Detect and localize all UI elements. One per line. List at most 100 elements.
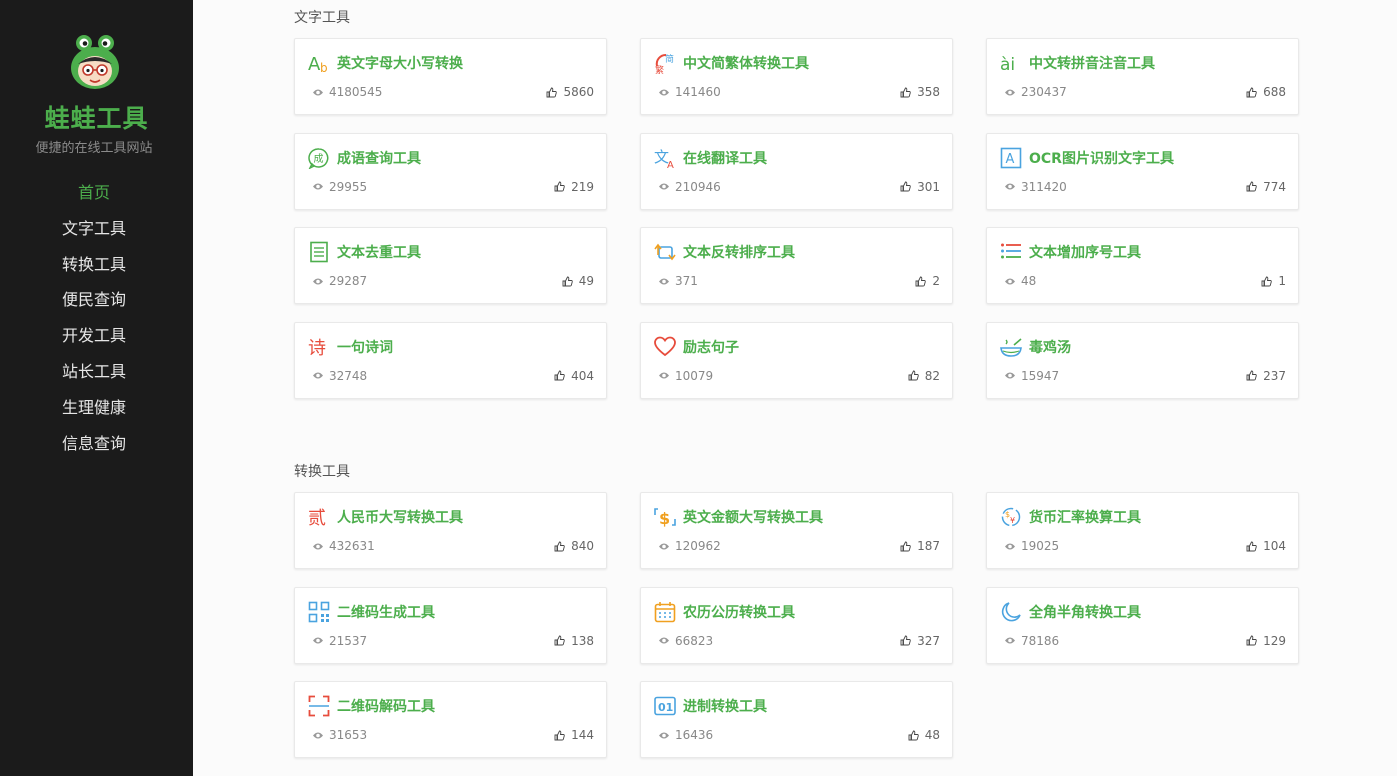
thumbs-up-icon[interactable] bbox=[915, 276, 927, 287]
tool-card[interactable]: A OCR图片识别文字工具 311420 774 bbox=[986, 132, 1299, 210]
like-button[interactable]: 104 bbox=[1246, 539, 1286, 553]
site-name[interactable]: 蛙蛙工具 bbox=[0, 99, 193, 135]
thumbs-up-icon[interactable] bbox=[554, 370, 565, 381]
tool-card[interactable]: 毒鸡汤 15947 237 bbox=[986, 321, 1299, 399]
nav-item-health[interactable]: 生理健康 bbox=[0, 395, 188, 431]
like-button[interactable]: 129 bbox=[1246, 634, 1286, 648]
thumbs-up-icon[interactable] bbox=[554, 730, 565, 741]
nav-item-convert-tools[interactable]: 转换工具 bbox=[0, 252, 188, 288]
nav-item-webmaster-tools[interactable]: 站长工具 bbox=[0, 359, 188, 395]
tool-card[interactable]: Ab 英文字母大小写转换 4180545 5860 bbox=[294, 38, 607, 115]
tool-card[interactable]: ài 中文转拼音注音工具 230437 688 bbox=[986, 38, 1299, 115]
tool-card[interactable]: 01 进制转换工具 16436 48 bbox=[640, 681, 953, 759]
thumbs-up-icon[interactable] bbox=[900, 181, 911, 192]
document-icon bbox=[308, 241, 330, 263]
thumbs-up-icon[interactable] bbox=[554, 181, 565, 192]
tool-card[interactable]: $ 英文金额大写转换工具 120962 187 bbox=[640, 492, 953, 569]
like-button[interactable]: 327 bbox=[900, 634, 940, 648]
tool-card-title[interactable]: 二维码解码工具 bbox=[337, 696, 435, 716]
tool-card[interactable]: 二维码解码工具 31653 144 bbox=[294, 681, 607, 759]
nav-item-home[interactable]: 首页 bbox=[0, 180, 188, 216]
view-count-value: 4180545 bbox=[329, 85, 383, 99]
tool-card[interactable]: 贰人民币大写转换工具 432631 840 bbox=[294, 492, 607, 569]
list-icon bbox=[1000, 241, 1022, 263]
tool-card-title[interactable]: 进制转换工具 bbox=[683, 696, 767, 716]
tool-card-title[interactable]: 毒鸡汤 bbox=[1029, 337, 1071, 357]
like-button[interactable]: 82 bbox=[908, 369, 940, 383]
tool-card-title[interactable]: 货币汇率换算工具 bbox=[1029, 507, 1141, 527]
thumbs-up-icon[interactable] bbox=[1246, 635, 1257, 646]
like-button[interactable]: 49 bbox=[562, 274, 594, 288]
thumbs-up-icon[interactable] bbox=[1246, 370, 1257, 381]
tool-card-title[interactable]: 农历公历转换工具 bbox=[683, 602, 795, 622]
like-button[interactable]: 219 bbox=[554, 180, 594, 194]
like-button[interactable]: 144 bbox=[554, 728, 594, 742]
like-button[interactable]: 358 bbox=[900, 85, 940, 99]
nav-item-text-tools[interactable]: 文字工具 bbox=[0, 216, 188, 252]
thumbs-up-icon[interactable] bbox=[900, 635, 911, 646]
like-button[interactable]: 774 bbox=[1246, 180, 1286, 194]
view-count-value: 15947 bbox=[1021, 368, 1060, 383]
thumbs-up-icon[interactable] bbox=[900, 541, 911, 552]
nav-item-dev-tools[interactable]: 开发工具 bbox=[0, 323, 188, 359]
heart-icon bbox=[654, 336, 676, 358]
thumbs-up-icon[interactable] bbox=[554, 541, 565, 552]
tool-card-title[interactable]: 英文字母大小写转换 bbox=[337, 53, 463, 73]
tool-card-title[interactable]: 在线翻译工具 bbox=[683, 148, 767, 168]
tool-card-title[interactable]: 英文金额大写转换工具 bbox=[683, 507, 823, 527]
thumbs-up-icon[interactable] bbox=[908, 730, 919, 741]
tool-card-title[interactable]: OCR图片识别文字工具 bbox=[1029, 148, 1174, 168]
tool-card-title[interactable]: 一句诗词 bbox=[337, 337, 393, 357]
tool-card[interactable]: 文本增加序号工具 48 1 bbox=[986, 227, 1299, 305]
tool-card-title[interactable]: 文本增加序号工具 bbox=[1029, 242, 1141, 262]
like-count-value: 327 bbox=[917, 633, 940, 648]
tool-card[interactable]: 文本去重工具 29287 49 bbox=[294, 227, 607, 305]
tool-card-title[interactable]: 励志句子 bbox=[683, 337, 739, 357]
tool-card[interactable]: 二维码生成工具 21537 138 bbox=[294, 586, 607, 664]
view-count: 371 bbox=[658, 274, 698, 288]
tool-card-title[interactable]: 成语查询工具 bbox=[337, 148, 421, 168]
sidebar: 蛙蛙工具 便捷的在线工具网站 首页 文字工具 转换工具 便民查询 开发工具 站长… bbox=[0, 0, 193, 776]
like-button[interactable]: 688 bbox=[1246, 85, 1286, 99]
nav-item-info-query[interactable]: 信息查询 bbox=[0, 431, 188, 467]
eye-icon bbox=[659, 543, 669, 549]
tool-card[interactable]: 文 A 在线翻译工具 210946 301 bbox=[640, 132, 953, 210]
tool-card[interactable]: 简繁中文简繁体转换工具 141460 358 bbox=[640, 38, 953, 115]
tool-card[interactable]: 农历公历转换工具 66823 327 bbox=[640, 586, 953, 664]
thumbs-up-icon[interactable] bbox=[908, 370, 919, 381]
like-button[interactable]: 138 bbox=[554, 634, 594, 648]
thumbs-up-icon[interactable] bbox=[1246, 87, 1257, 98]
frog-logo-icon[interactable] bbox=[69, 34, 121, 90]
tool-card[interactable]: $ ¥ 货币汇率换算工具 19025 104 bbox=[986, 492, 1299, 569]
tool-card[interactable]: 励志句子 10079 82 bbox=[640, 321, 953, 399]
like-button[interactable]: 2 bbox=[915, 274, 940, 288]
nav-item-convenience-query[interactable]: 便民查询 bbox=[0, 287, 188, 323]
tool-card-title[interactable]: 全角半角转换工具 bbox=[1029, 602, 1141, 622]
tool-card-title[interactable]: 中文转拼音注音工具 bbox=[1029, 53, 1155, 73]
tool-card-title[interactable]: 文本反转排序工具 bbox=[683, 242, 795, 262]
like-button[interactable]: 237 bbox=[1246, 369, 1286, 383]
like-button[interactable]: 404 bbox=[554, 369, 594, 383]
thumbs-up-icon[interactable] bbox=[1246, 181, 1257, 192]
like-button[interactable]: 840 bbox=[554, 539, 594, 553]
view-count-value: 311420 bbox=[1021, 179, 1067, 194]
tool-card[interactable]: 全角半角转换工具 78186 129 bbox=[986, 586, 1299, 664]
tool-card[interactable]: 成 成语查询工具 29955 219 bbox=[294, 132, 607, 210]
tool-card[interactable]: 文本反转排序工具 371 2 bbox=[640, 227, 953, 305]
like-button[interactable]: 5860 bbox=[546, 85, 594, 99]
thumbs-up-icon[interactable] bbox=[1246, 541, 1257, 552]
like-button[interactable]: 301 bbox=[900, 180, 940, 194]
thumbs-up-icon[interactable] bbox=[562, 276, 573, 287]
like-button[interactable]: 1 bbox=[1261, 274, 1286, 288]
tool-card-title[interactable]: 中文简繁体转换工具 bbox=[683, 53, 809, 73]
thumbs-up-icon[interactable] bbox=[900, 87, 911, 98]
thumbs-up-icon[interactable] bbox=[554, 635, 565, 646]
like-button[interactable]: 187 bbox=[900, 539, 940, 553]
thumbs-up-icon[interactable] bbox=[546, 87, 558, 98]
thumbs-up-icon[interactable] bbox=[1261, 276, 1273, 287]
tool-card-title[interactable]: 文本去重工具 bbox=[337, 242, 421, 262]
tool-card[interactable]: 诗一句诗词 32748 404 bbox=[294, 321, 607, 399]
like-button[interactable]: 48 bbox=[908, 728, 940, 742]
tool-card-title[interactable]: 人民币大写转换工具 bbox=[337, 507, 463, 527]
tool-card-title[interactable]: 二维码生成工具 bbox=[337, 602, 435, 622]
